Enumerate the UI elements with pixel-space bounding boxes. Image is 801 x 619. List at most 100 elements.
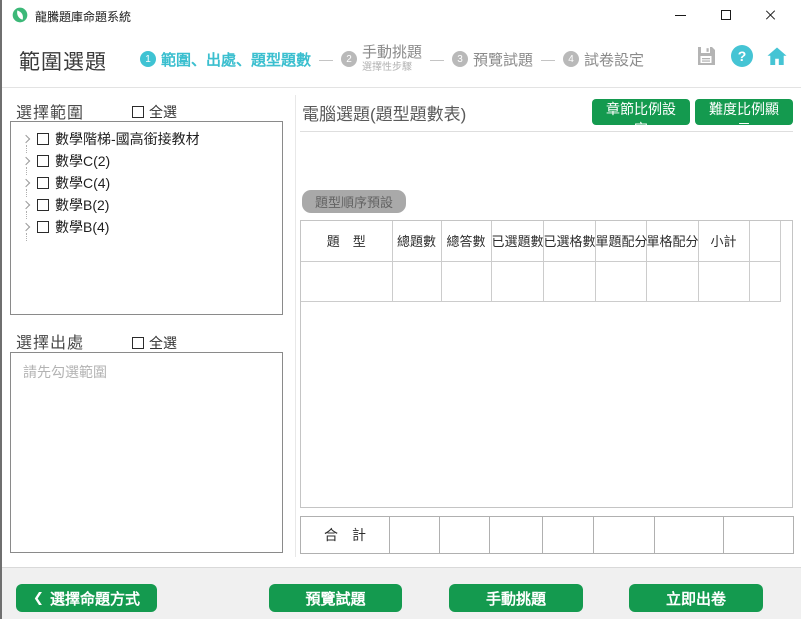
col-selected-blanks: 已選格數	[543, 221, 595, 261]
total-cell	[543, 517, 594, 554]
step-2-sublabel: 選擇性步驟	[362, 62, 422, 73]
tree-item-math-c2[interactable]: 數學C(2)	[11, 150, 282, 172]
window-title: 龍騰題庫命題系統	[35, 8, 131, 25]
tree-item-math-c4[interactable]: 數學C(4)	[11, 172, 282, 194]
question-type-table-container: 題 型 總題數 總答數 已選題數 已選格數 單題配分 單格配分 小計	[300, 220, 793, 508]
step-3-label: 預覽試題	[473, 49, 533, 70]
col-selected-questions: 已選題數	[491, 221, 543, 261]
choose-method-back-button[interactable]: ❮ 選擇命題方式	[16, 584, 157, 612]
help-icon[interactable]: ?	[731, 45, 753, 67]
range-select-all[interactable]: 全選	[132, 102, 177, 122]
cell-subtotal[interactable]	[698, 261, 749, 301]
preview-questions-button[interactable]: 預覽試題	[269, 584, 402, 612]
save-icon[interactable]	[693, 44, 719, 68]
table-row	[301, 261, 780, 301]
step-4-settings[interactable]: 4 試卷設定	[563, 49, 644, 70]
minimize-button[interactable]	[658, 0, 703, 30]
total-cell	[655, 517, 724, 554]
tree-guide	[26, 233, 27, 241]
cell-total-questions[interactable]	[392, 261, 441, 301]
col-points-per-blank: 單格配分	[646, 221, 698, 261]
cell-question-type[interactable]	[301, 261, 392, 301]
range-select-all-label: 全選	[149, 102, 177, 122]
footer-bar: ❮ 選擇命題方式 預覽試題 手動挑題 立即出卷	[2, 567, 801, 619]
panel-divider	[295, 95, 296, 557]
maximize-icon	[721, 10, 731, 20]
col-question-type: 題 型	[301, 221, 392, 261]
section-divider	[300, 131, 793, 132]
step-1-badge: 1	[140, 51, 156, 67]
col-total-answers: 總答數	[441, 221, 491, 261]
back-button-label: 選擇命題方式	[50, 588, 140, 609]
tree-checkbox[interactable]	[37, 155, 49, 167]
tree-checkbox[interactable]	[37, 221, 49, 233]
chevron-right-icon[interactable]	[21, 155, 33, 167]
step-2-badge: 2	[341, 51, 357, 67]
chevron-right-icon[interactable]	[21, 133, 33, 145]
total-cell	[440, 517, 490, 554]
source-section-title: 選擇出處	[16, 329, 84, 353]
cell-total-answers[interactable]	[441, 261, 491, 301]
total-cell	[490, 517, 543, 554]
cell-selected-questions[interactable]	[491, 261, 543, 301]
range-select-all-checkbox[interactable]	[132, 106, 144, 118]
manual-pick-button[interactable]: 手動挑題	[449, 584, 583, 612]
total-cell	[594, 517, 655, 554]
step-4-label: 試卷設定	[584, 49, 644, 70]
close-button[interactable]	[748, 0, 793, 30]
step-3-badge: 3	[452, 51, 468, 67]
col-total-questions: 總題數	[392, 221, 441, 261]
maximize-button[interactable]	[703, 0, 748, 30]
tree-checkbox[interactable]	[37, 199, 49, 211]
step-2-manual-pick[interactable]: 2 手動挑題 選擇性步驟	[341, 45, 422, 73]
total-cell	[724, 517, 794, 554]
source-list: 請先勾選範圍	[10, 352, 283, 553]
page-title: 範圍選題	[19, 46, 107, 76]
chevron-right-icon[interactable]	[21, 221, 33, 233]
range-tree: 數學階梯-國高銜接教材 數學C(2) 數學C(4) 數學B(2) 數學B(4)	[10, 121, 283, 315]
col-empty	[749, 221, 780, 261]
question-type-table: 題 型 總題數 總答數 已選題數 已選格數 單題配分 單格配分 小計	[301, 221, 781, 302]
cell-points-per-question[interactable]	[595, 261, 646, 301]
chevron-right-icon[interactable]	[21, 177, 33, 189]
app-logo-icon	[12, 7, 28, 23]
step-navigation: 1 範圍、出處、題型題數 — 2 手動挑題 選擇性步驟 — 3 預覽試題 — 4…	[140, 30, 644, 88]
chevron-right-icon[interactable]	[21, 199, 33, 211]
step-dash: —	[541, 51, 555, 67]
source-select-all[interactable]: 全選	[132, 333, 177, 353]
close-icon	[765, 9, 777, 21]
total-cell	[390, 517, 440, 554]
step-4-badge: 4	[563, 51, 579, 67]
col-subtotal: 小計	[698, 221, 749, 261]
source-placeholder: 請先勾選範圍	[23, 362, 107, 382]
tree-item-math-ladder[interactable]: 數學階梯-國高銜接教材	[11, 128, 282, 150]
cell-selected-blanks[interactable]	[543, 261, 595, 301]
step-dash: —	[319, 51, 333, 67]
table-header-row: 題 型 總題數 總答數 已選題數 已選格數 單題配分 單格配分 小計	[301, 221, 780, 261]
source-select-all-label: 全選	[149, 333, 177, 353]
home-icon[interactable]	[765, 44, 789, 68]
cell-points-per-blank[interactable]	[646, 261, 698, 301]
window-controls	[658, 0, 793, 30]
col-points-per-question: 單題配分	[595, 221, 646, 261]
tree-checkbox[interactable]	[37, 177, 49, 189]
chapter-ratio-button[interactable]: 章節比例設定	[592, 99, 690, 125]
total-label-cell: 合 計	[301, 517, 390, 554]
total-row: 合 計	[301, 517, 794, 554]
step-1-range[interactable]: 1 範圍、出處、題型題數	[140, 49, 311, 70]
generate-paper-button[interactable]: 立即出卷	[629, 584, 763, 612]
title-bar: 龍騰題庫命題系統	[2, 0, 801, 30]
tree-item-math-b4[interactable]: 數學B(4)	[11, 216, 282, 238]
range-section-title: 選擇範圍	[16, 99, 84, 123]
tree-item-math-b2[interactable]: 數學B(2)	[11, 194, 282, 216]
difficulty-ratio-button[interactable]: 難度比例顯示	[695, 99, 793, 125]
tree-checkbox[interactable]	[37, 133, 49, 145]
question-type-order-preset-button[interactable]: 題型順序預設	[302, 190, 406, 213]
source-select-all-checkbox[interactable]	[132, 337, 144, 349]
computer-selection-title: 電腦選題(題型題數表)	[302, 100, 466, 125]
step-3-preview[interactable]: 3 預覽試題	[452, 49, 533, 70]
step-2-label: 手動挑題	[362, 45, 422, 62]
cell-empty	[749, 261, 780, 301]
app-header: 範圍選題 1 範圍、出處、題型題數 — 2 手動挑題 選擇性步驟 — 3 預覽試…	[2, 30, 801, 88]
step-1-label: 範圍、出處、題型題數	[161, 49, 311, 70]
